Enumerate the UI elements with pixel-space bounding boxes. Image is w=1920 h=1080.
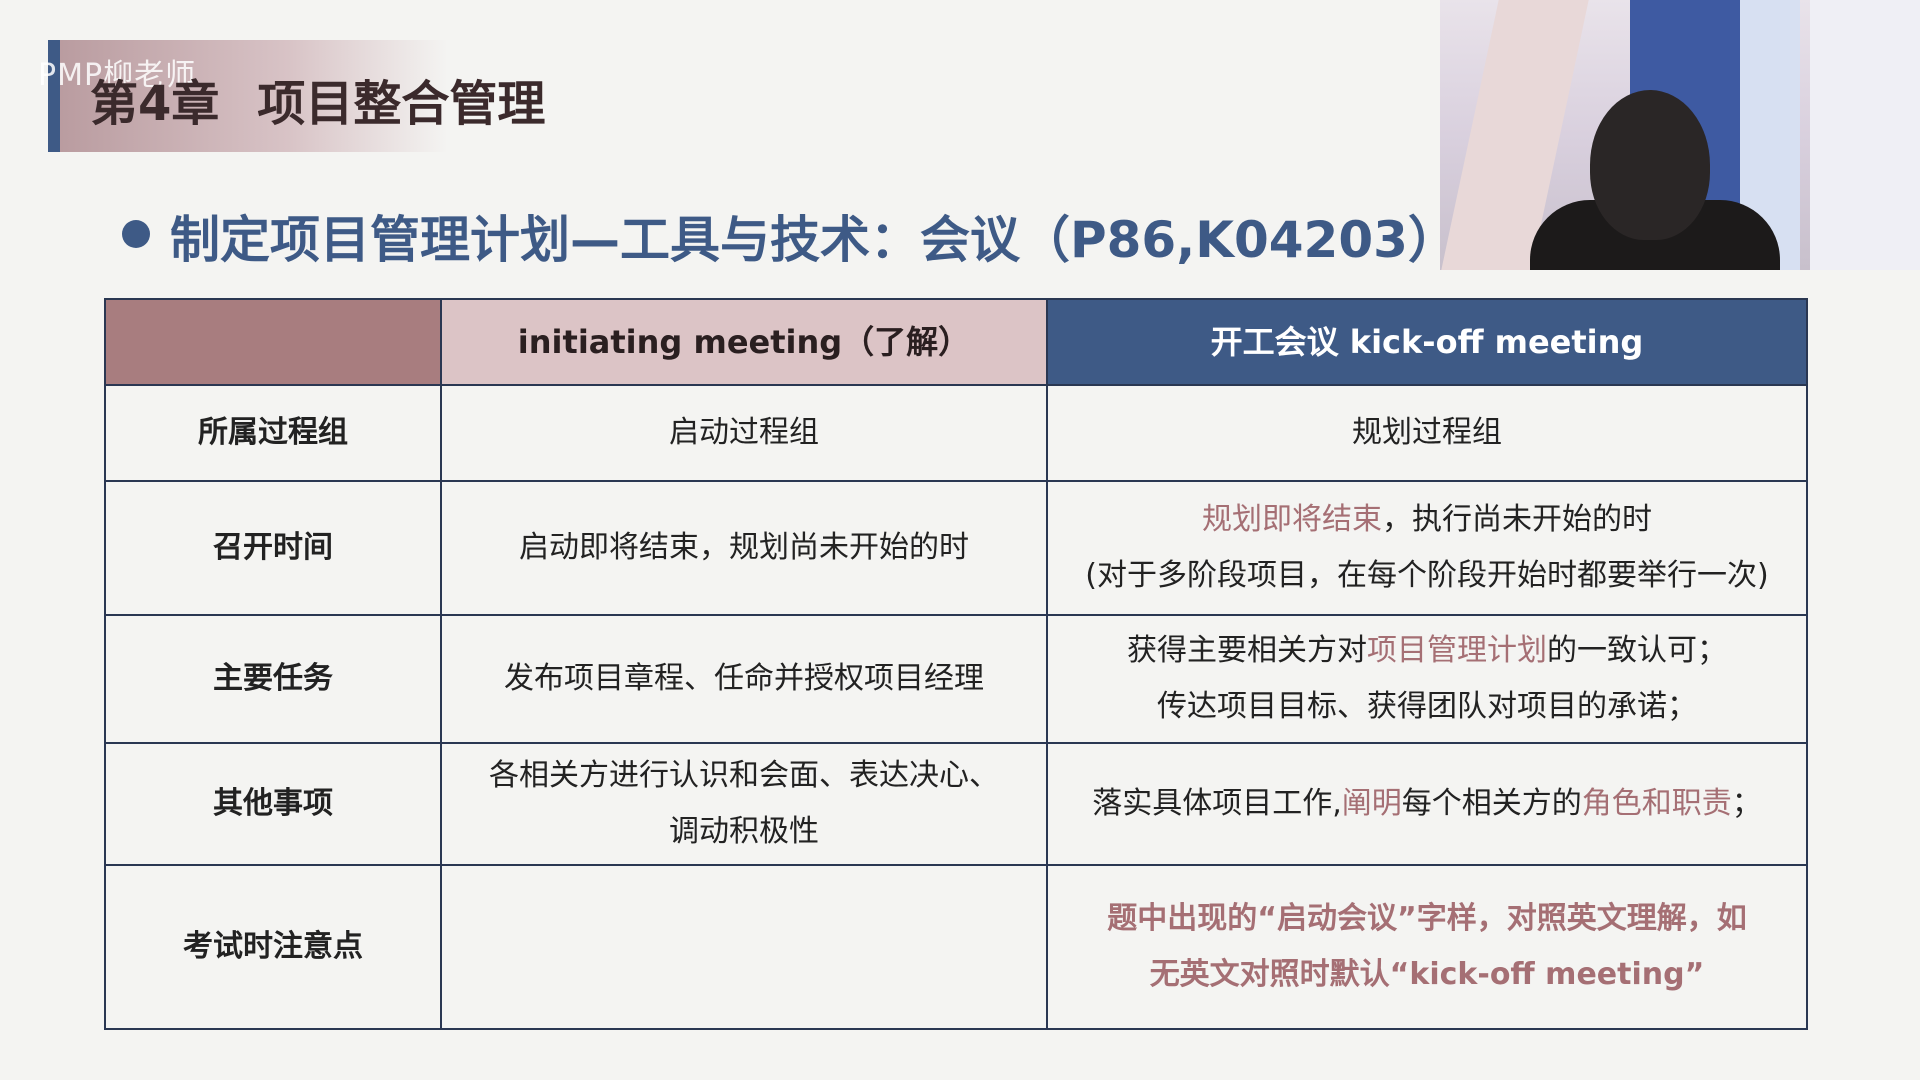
cell-kickoff-other-items: 落实具体项目工作,阐明每个相关方的角色和职责； xyxy=(1046,742,1808,866)
cell-initiating-process-group: 启动过程组 xyxy=(440,384,1048,482)
header-kickoff-meeting: 开工会议 kick-off meeting xyxy=(1046,298,1808,386)
table-row: 召开时间 启动即将结束，规划尚未开始的时 规划即将结束，执行尚未开始的时 (对于… xyxy=(104,480,1808,616)
kickoff-tasks-accent: 项目管理计划 xyxy=(1367,633,1547,668)
row-label-main-tasks: 主要任务 xyxy=(104,614,442,744)
cell-initiating-other-items: 各相关方进行认识和会面、表达决心、 调动积极性 xyxy=(440,742,1048,866)
kickoff-timing-rest: ，执行尚未开始的时 xyxy=(1382,502,1652,537)
cell-initiating-exam-notes xyxy=(440,864,1048,1030)
kickoff-other-pre: 落实具体项目工作, xyxy=(1092,786,1342,821)
initiating-other-line1: 各相关方进行认识和会面、表达决心、 xyxy=(489,758,999,793)
row-label-other-items: 其他事项 xyxy=(104,742,442,866)
table-row: 考试时注意点 题中出现的“启动会议”字样，对照英文理解，如 无英文对照时默认“k… xyxy=(104,864,1808,1030)
presenter-head xyxy=(1590,90,1710,240)
kickoff-other-mid: 每个相关方的 xyxy=(1401,786,1582,821)
row-label-process-group: 所属过程组 xyxy=(104,384,442,482)
cell-kickoff-timing: 规划即将结束，执行尚未开始的时 (对于多阶段项目，在每个阶段开始时都要举行一次) xyxy=(1046,480,1808,616)
kickoff-exam-line1: 题中出现的“启动会议”字样，对照英文理解，如 xyxy=(1107,901,1747,936)
chapter-number: 第4章 xyxy=(90,76,220,132)
presenter-webcam xyxy=(1440,0,1920,270)
row-label-exam-notes: 考试时注意点 xyxy=(104,864,442,1030)
cell-kickoff-exam-notes: 题中出现的“启动会议”字样，对照英文理解，如 无英文对照时默认“kick-off… xyxy=(1046,864,1808,1030)
kickoff-tasks-line2: 传达项目目标、获得团队对项目的承诺； xyxy=(1157,689,1697,724)
chapter-name: 项目整合管理 xyxy=(257,76,546,132)
header-empty-cell xyxy=(104,298,442,386)
header-initiating-meeting: initiating meeting（了解） xyxy=(440,298,1048,386)
kickoff-tasks-line1: 获得主要相关方对项目管理计划的一致认可； xyxy=(1048,623,1806,679)
kickoff-timing-line1: 规划即将结束，执行尚未开始的时 xyxy=(1048,492,1806,548)
kickoff-other-accent1: 阐明 xyxy=(1341,786,1402,821)
cell-kickoff-process-group: 规划过程组 xyxy=(1046,384,1808,482)
cell-initiating-timing: 启动即将结束，规划尚未开始的时 xyxy=(440,480,1048,616)
slide-heading: 制定项目管理计划—工具与技术：会议（P86,K04203） xyxy=(170,211,1458,269)
comparison-table: initiating meeting（了解） 开工会议 kick-off mee… xyxy=(104,298,1808,1030)
cell-kickoff-main-tasks: 获得主要相关方对项目管理计划的一致认可； 传达项目目标、获得团队对项目的承诺； xyxy=(1046,614,1808,744)
chapter-title: 第4章 项目整合管理 xyxy=(90,64,583,134)
row-label-timing: 召开时间 xyxy=(104,480,442,616)
kickoff-other-post: ； xyxy=(1731,786,1762,821)
table-row: 主要任务 发布项目章程、任命并授权项目经理 获得主要相关方对项目管理计划的一致认… xyxy=(104,614,1808,744)
initiating-other-line2: 调动积极性 xyxy=(669,814,819,849)
table-header-row: initiating meeting（了解） 开工会议 kick-off mee… xyxy=(104,298,1808,386)
kickoff-tasks-post: 的一致认可； xyxy=(1547,633,1727,668)
table-row: 所属过程组 启动过程组 规划过程组 xyxy=(104,384,1808,482)
kickoff-other-accent2: 角色和职责 xyxy=(1581,786,1732,821)
bullet-icon xyxy=(122,220,150,248)
cell-initiating-main-tasks: 发布项目章程、任命并授权项目经理 xyxy=(440,614,1048,744)
kickoff-timing-line2: (对于多阶段项目，在每个阶段开始时都要举行一次) xyxy=(1085,558,1769,593)
table-row: 其他事项 各相关方进行认识和会面、表达决心、 调动积极性 落实具体项目工作,阐明… xyxy=(104,742,1808,866)
kickoff-tasks-pre: 获得主要相关方对 xyxy=(1127,633,1367,668)
kickoff-exam-line2: 无英文对照时默认“kick-off meeting” xyxy=(1149,957,1705,992)
kickoff-timing-accent: 规划即将结束 xyxy=(1202,502,1382,537)
